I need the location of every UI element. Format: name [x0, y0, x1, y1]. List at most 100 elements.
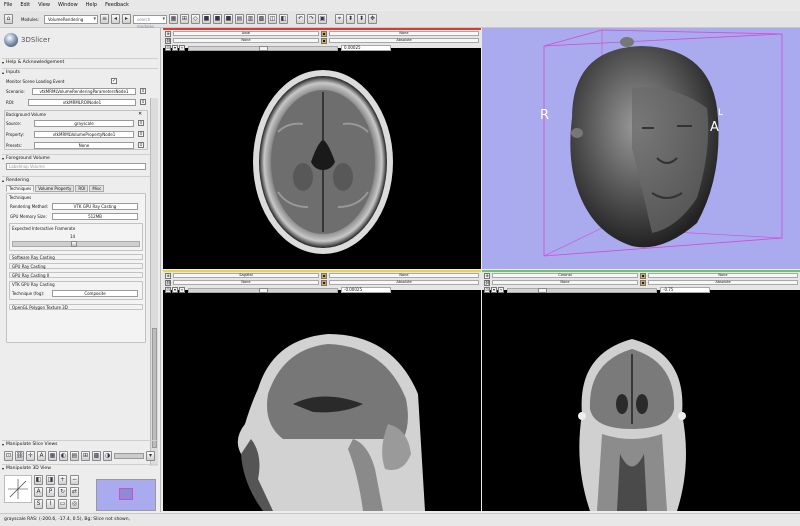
property-combo[interactable]: vtkMRMLVolumePropertyNode1 [34, 131, 134, 138]
layer-icon[interactable]: ▪ [321, 273, 327, 279]
link-icon[interactable]: ⛓ [165, 280, 171, 286]
menu-icon[interactable]: ▿ [498, 287, 504, 293]
green-fg-combo[interactable]: None [648, 273, 798, 278]
slice-more-icon[interactable]: ▾ [146, 451, 155, 461]
menu-icon[interactable]: ▿ [179, 287, 185, 293]
slider-handle[interactable] [538, 288, 547, 293]
layer-icon[interactable]: ▪ [640, 280, 646, 286]
layer-icon[interactable]: ▪ [321, 38, 327, 44]
slice-spatial-icon[interactable]: ▦ [48, 451, 57, 461]
module-list-icon[interactable]: ≡ [99, 14, 109, 24]
menu-feedback[interactable]: Feedback [105, 2, 129, 8]
module-selector[interactable]: VolumeRendering [43, 14, 98, 24]
collapse-icon[interactable]: ▾ [491, 287, 497, 293]
yellow-orientation-combo[interactable]: Sagittal [173, 273, 319, 278]
3d-thumbnail[interactable] [96, 479, 156, 511]
layout-tabbed-icon[interactable]: ▤ [234, 14, 244, 24]
layout-side-icon[interactable]: ◫ [267, 14, 277, 24]
mouse-mode-icon[interactable]: ⌖ [334, 14, 344, 24]
menu-edit[interactable]: Edit [20, 2, 30, 8]
gpu-rc-row[interactable]: GPU Ray Casting [12, 262, 157, 270]
view-inferior-icon[interactable]: I [46, 499, 55, 509]
manip-slice-header[interactable]: ▾ Manipulate Slice Views [2, 440, 158, 447]
red-fg-combo[interactable]: None [329, 31, 479, 36]
yellow-bg-combo[interactable]: Absolute [329, 280, 479, 285]
opengl-pt-row[interactable]: OpenGL Polygon Texture 3D [12, 303, 157, 311]
view-left-icon[interactable]: ◧ [34, 475, 43, 485]
layout-onered-icon[interactable]: ■ [201, 14, 211, 24]
layout-fourup-icon[interactable]: ⊞ [179, 14, 189, 24]
pin-icon[interactable]: ⊕ [165, 273, 171, 279]
roi-combo[interactable]: vtkMRMLROINode1 [28, 99, 136, 106]
scenario-spin-icon[interactable]: ⇕ [140, 88, 146, 94]
gpu-memory-combo[interactable]: 512MB [52, 213, 138, 220]
green-label-combo[interactable]: None [492, 280, 638, 285]
view-center-icon[interactable]: ◎ [70, 499, 79, 509]
monitor-checkbox[interactable]: ✓ [111, 78, 117, 84]
tab-roi[interactable]: ROI [75, 185, 89, 192]
slice-fg-icon[interactable]: ◑ [103, 451, 112, 461]
link-icon[interactable]: ⛓ [484, 280, 490, 286]
view-zoomout-icon[interactable]: − [70, 475, 79, 485]
technique-combo[interactable]: Composite [52, 290, 138, 297]
fit-icon[interactable]: ⊡ [165, 287, 171, 293]
red-offset-field[interactable]: 0.00025 [341, 45, 391, 51]
gpu-rc2-row[interactable]: GPU Ray Casting II [12, 271, 157, 279]
layout-conventional-icon[interactable]: ▦ [168, 14, 178, 24]
inputs-section-header[interactable]: ▴ Inputs [2, 68, 158, 75]
view-spin-icon[interactable]: ↻ [58, 487, 67, 497]
undo-icon[interactable]: ↶ [295, 14, 305, 24]
slice-composite-icon[interactable]: ◐ [59, 451, 68, 461]
3d-view[interactable]: R A L [482, 28, 800, 269]
red-bg-combo[interactable]: Absolute [329, 38, 479, 43]
menu-file[interactable]: File [4, 2, 12, 8]
view-superior-icon[interactable]: S [34, 499, 43, 509]
slice-grid-icon[interactable]: ⊞ [81, 451, 90, 461]
view-anterior-icon[interactable]: A [34, 487, 43, 497]
opacity-slider[interactable] [114, 453, 144, 459]
layout-lightbox-icon[interactable]: ▩ [256, 14, 266, 24]
fit-icon[interactable]: ⊡ [484, 287, 490, 293]
pin-icon[interactable]: ⊕ [484, 273, 490, 279]
fiducial-place-icon[interactable]: ⬍ [345, 14, 355, 24]
pan-icon[interactable]: ✥ [367, 14, 377, 24]
view-zoomin-icon[interactable]: + [58, 475, 67, 485]
scenario-combo[interactable]: vtkMRMLVolumeRenderingParametersNode1 [32, 88, 136, 95]
scrollbar-thumb[interactable] [152, 328, 157, 448]
red-slice-view[interactable]: ⊕ Axial ▪ None ⛓ None ▪ Absolute ⊡ ▾ ▿ 0… [163, 28, 481, 269]
view-ortho-icon[interactable]: ▭ [58, 499, 67, 509]
framerate-slider-handle[interactable] [71, 241, 77, 247]
slice-labels-icon[interactable]: ▤ [70, 451, 79, 461]
property-spin-icon[interactable]: ⇕ [138, 131, 144, 137]
link-icon[interactable]: ⛓ [165, 38, 171, 44]
green-bg-combo[interactable]: Absolute [648, 280, 798, 285]
tab-techniques[interactable]: Techniques [6, 185, 35, 192]
layer-icon[interactable]: ▪ [321, 280, 327, 286]
yellow-offset-field[interactable]: -0.00025 [341, 287, 391, 293]
layout-compare-icon[interactable]: ▥ [245, 14, 255, 24]
rendering-method-combo[interactable]: VTK GPU Ray Casting [52, 203, 138, 210]
home-icon[interactable]: ⌂ [4, 14, 13, 24]
redo-icon[interactable]: ↷ [306, 14, 316, 24]
collapse-icon[interactable]: ▾ [172, 45, 178, 51]
green-offset-field[interactable]: -0.75 [660, 287, 710, 293]
yellow-slice-view[interactable]: ⊕ Sagittal ▪ None ⛓ None ▪ Absolute ⊡ ▾ … [163, 270, 481, 511]
foreground-section-header[interactable]: ▾ Foreground Volume [2, 154, 158, 161]
menu-view[interactable]: View [38, 2, 50, 8]
green-slice-view[interactable]: ⊕ Coronal ▪ None ⛓ None ▪ Absolute ⊡ ▾ ▿… [482, 270, 800, 511]
slice-lightbox-icon[interactable]: ▩ [92, 451, 101, 461]
pin-icon[interactable]: ⊕ [165, 31, 171, 37]
fiducial-persistent-icon[interactable]: ⬍ [356, 14, 366, 24]
green-orientation-combo[interactable]: Coronal [492, 273, 638, 278]
search-modules-input[interactable]: search modules [132, 14, 167, 29]
menu-window[interactable]: Window [58, 2, 78, 8]
layout-oneyellow-icon[interactable]: ■ [212, 14, 222, 24]
slice-crosshair-icon[interactable]: ✛ [26, 451, 35, 461]
view-rock-icon[interactable]: ⇄ [70, 487, 79, 497]
view-orientation-widget[interactable] [4, 475, 32, 503]
slice-link-icon[interactable]: ⛓ [15, 451, 24, 461]
roi-spin-icon[interactable]: ⇕ [140, 99, 146, 105]
yellow-label-combo[interactable]: None [173, 280, 319, 285]
collapse-icon[interactable]: ▾ [172, 287, 178, 293]
layout-3d-icon[interactable]: ◇ [190, 14, 200, 24]
